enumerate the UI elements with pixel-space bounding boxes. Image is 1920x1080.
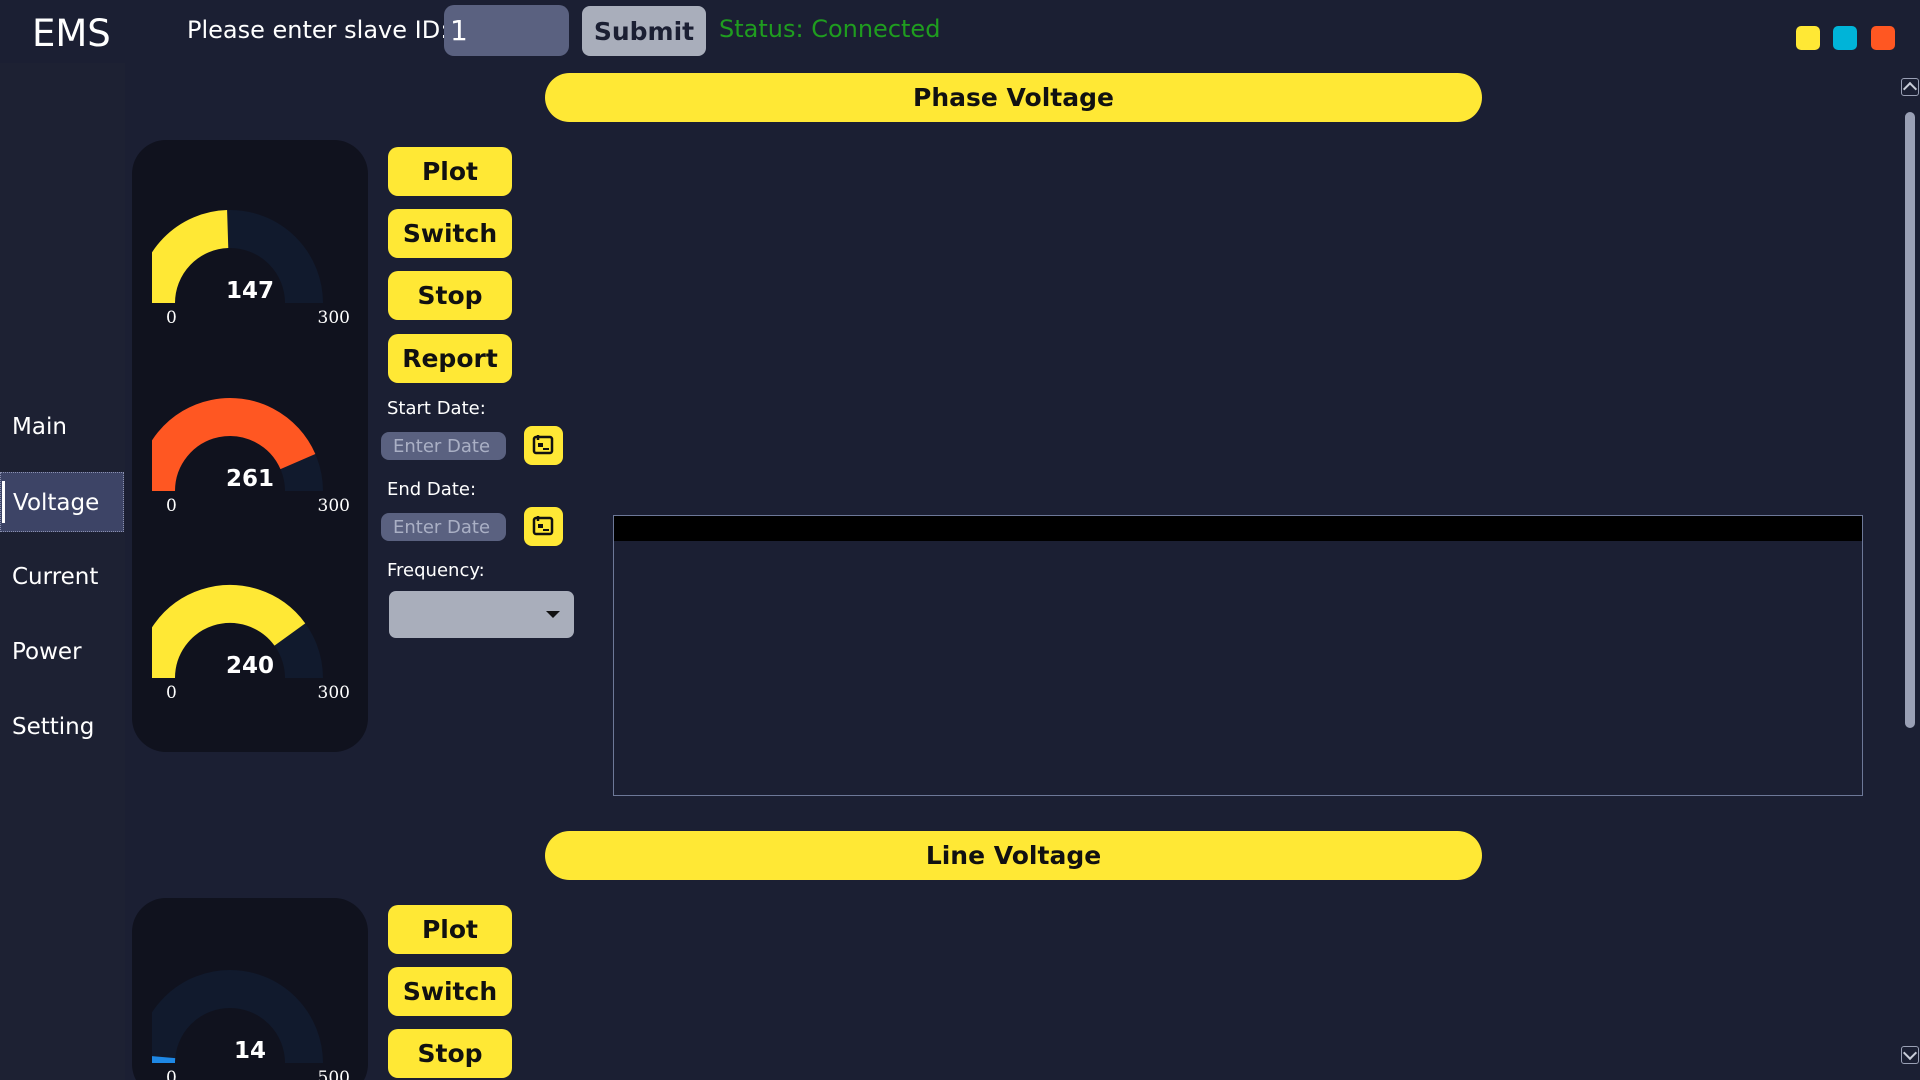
phase-report-button[interactable]: Report [388,334,512,383]
gauge-phase-2-value: 261 [225,466,274,492]
start-date-input[interactable] [381,432,506,460]
start-date-picker-button[interactable] [524,426,563,465]
line-voltage-header: Line Voltage [545,831,1482,880]
scrollbar-thumb[interactable] [1905,112,1915,728]
start-date-label: Start Date: [387,398,486,419]
close-button[interactable] [1871,26,1895,50]
sidebar: Main Voltage Current Power Setting [0,63,125,1080]
gauge-phase-1: 147 0 300 [132,208,368,368]
phase-data-table [613,515,1863,796]
scroll-down-icon[interactable] [1901,1046,1919,1064]
phase-switch-button[interactable]: Switch [388,209,512,258]
table-header [614,516,1862,541]
end-date-label: End Date: [387,479,477,500]
end-date-input[interactable] [381,513,506,541]
maximize-button[interactable] [1833,26,1857,50]
gauge-phase-3-max: 300 [317,683,350,703]
end-date-picker-button[interactable] [524,507,563,546]
line-plot-button[interactable]: Plot [388,905,512,954]
sidebar-item-voltage[interactable]: Voltage [0,472,124,532]
submit-button[interactable]: Submit [582,6,706,56]
sidebar-item-setting[interactable]: Setting [0,697,124,757]
gauge-line-1-max: 500 [317,1068,350,1080]
gauge-phase-1-min: 0 [166,308,177,328]
phase-gauge-panel: 147 0 300 261 0 300 240 0 300 [132,140,368,752]
gauge-phase-2-min: 0 [166,496,177,516]
gauge-phase-3-min: 0 [166,683,177,703]
gauge-phase-2: 261 0 300 [132,396,368,556]
gauge-line-1-value: 14 [233,1038,266,1064]
app-window: EMS Please enter slave ID: Submit Status… [0,0,1920,1080]
gauge-phase-1-max: 300 [317,308,350,328]
gauge-line-1: 14 0 500 [132,968,368,1080]
connection-status: Status: Connected [719,15,941,43]
frequency-select[interactable] [389,591,574,638]
calendar-icon [532,516,554,536]
sidebar-item-power[interactable]: Power [0,622,124,682]
sidebar-item-current[interactable]: Current [0,547,124,607]
vertical-scrollbar[interactable] [1900,78,1920,1066]
app-brand: EMS [32,12,111,55]
gauge-phase-3-value: 240 [225,653,274,679]
gauge-line-1-min: 0 [166,1068,177,1080]
phase-voltage-header: Phase Voltage [545,73,1482,122]
calendar-icon [532,435,554,455]
line-stop-button[interactable]: Stop [388,1029,512,1078]
slave-id-input[interactable] [444,5,569,56]
scroll-up-icon[interactable] [1901,78,1919,96]
line-switch-button[interactable]: Switch [388,967,512,1016]
phase-stop-button[interactable]: Stop [388,271,512,320]
gauge-phase-1-value: 147 [225,278,274,304]
minimize-button[interactable] [1796,26,1820,50]
chevron-down-icon [546,611,560,618]
frequency-label: Frequency: [387,560,485,581]
gauge-phase-2-max: 300 [317,496,350,516]
phase-plot-button[interactable]: Plot [388,147,512,196]
slave-id-label: Please enter slave ID: [187,16,449,44]
line-gauge-panel: 14 0 500 [132,898,368,1080]
sidebar-item-main[interactable]: Main [0,397,124,457]
gauge-phase-3: 240 0 300 [132,583,368,743]
